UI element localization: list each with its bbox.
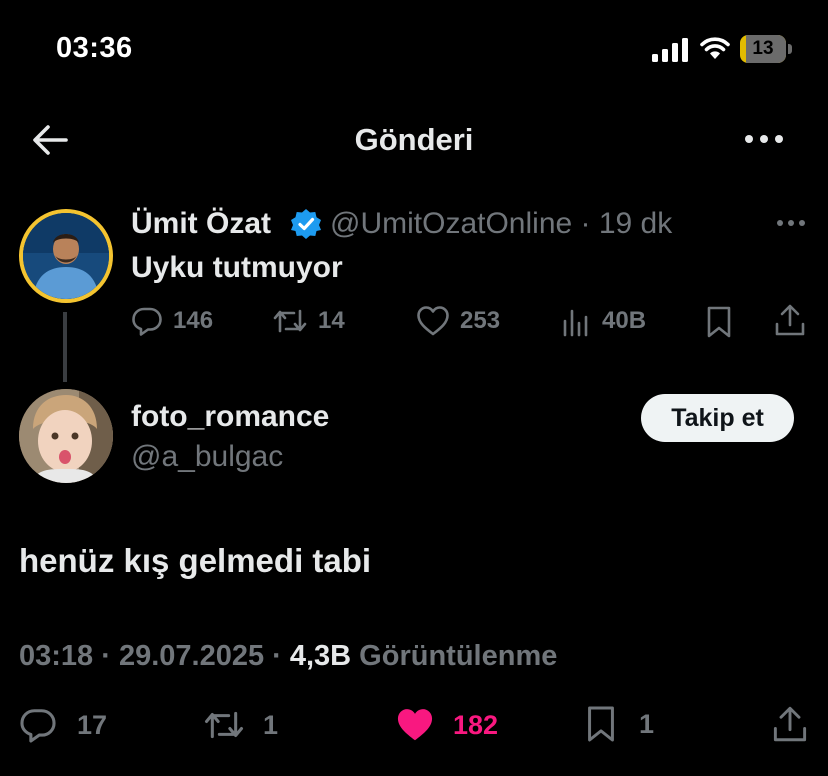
original-reply-button[interactable]: 146	[131, 305, 213, 337]
post-views-label: Görüntülenme	[351, 640, 558, 672]
share-icon	[773, 706, 807, 742]
original-views-count: 40B	[602, 307, 647, 334]
bookmark-button[interactable]: 1	[585, 704, 654, 744]
retweet-button[interactable]: 1	[203, 706, 278, 744]
like-button[interactable]: 182	[395, 706, 498, 744]
battery-percent: 13	[752, 38, 774, 59]
retweet-count: 1	[263, 709, 279, 740]
post-meta: 03:18 · 29.07.2025 · 4,3B Görüntülenme	[19, 640, 557, 673]
post-views-count: 4,3B	[289, 640, 352, 672]
bookmark-count: 1	[639, 708, 655, 739]
bookmark-icon	[707, 306, 731, 338]
avatar-photo	[19, 389, 113, 483]
follow-button[interactable]: Takip et	[641, 394, 794, 442]
reply-text: henüz kış gelmedi tabi	[19, 542, 372, 579]
reply-icon	[132, 307, 162, 336]
share-icon	[775, 304, 805, 336]
retweet-icon	[204, 711, 244, 739]
reply-icon	[20, 709, 56, 743]
reply-count: 17	[77, 709, 108, 740]
battery-cap	[788, 44, 792, 54]
original-author-name[interactable]: Ümit Özat	[131, 207, 271, 241]
reply-button[interactable]: 17	[19, 706, 107, 744]
original-share-button[interactable]	[774, 303, 806, 337]
original-tweet-text: Uyku tutmuyor	[131, 251, 343, 284]
original-views-button[interactable]: 40B	[562, 305, 646, 337]
retweet-icon	[273, 309, 307, 333]
views-icon	[563, 309, 588, 337]
like-filled-icon	[397, 709, 433, 741]
original-reply-count: 146	[173, 307, 214, 334]
like-count: 182	[453, 709, 499, 740]
original-author-avatar[interactable]	[19, 209, 113, 303]
reply-author-name[interactable]: foto_romance	[131, 400, 329, 434]
reply-author-avatar[interactable]	[19, 389, 113, 483]
post-timestamp: 03:18 · 29.07.2025 ·	[19, 640, 290, 672]
battery-indicator: 13	[740, 35, 792, 63]
original-retweet-count: 14	[318, 307, 345, 334]
more-icon[interactable]	[744, 124, 784, 154]
signal-icon	[652, 38, 688, 62]
share-button[interactable]	[772, 704, 808, 744]
battery-body: 13	[740, 35, 786, 63]
post-screen: 03:36 13 Gönderi Ümit Özat @UmitOzatOnli…	[0, 0, 828, 776]
wifi-icon	[700, 37, 730, 59]
original-bookmark-button[interactable]	[705, 305, 733, 339]
original-retweet-button[interactable]: 14	[272, 305, 345, 337]
page-title: Gönderi	[354, 122, 474, 157]
original-handle-and-time: @UmitOzatOnline · 19 dk	[330, 207, 673, 240]
bookmark-icon	[588, 706, 614, 742]
thread-line	[63, 312, 67, 382]
status-time: 03:36	[56, 32, 133, 64]
original-like-count: 253	[460, 307, 501, 334]
verified-icon	[291, 209, 321, 239]
original-like-button[interactable]: 253	[416, 305, 500, 337]
like-icon	[417, 306, 449, 336]
avatar-photo	[23, 213, 109, 299]
reply-author-handle[interactable]: @a_bulgac	[131, 440, 283, 474]
tweet-more-icon[interactable]	[776, 214, 806, 232]
